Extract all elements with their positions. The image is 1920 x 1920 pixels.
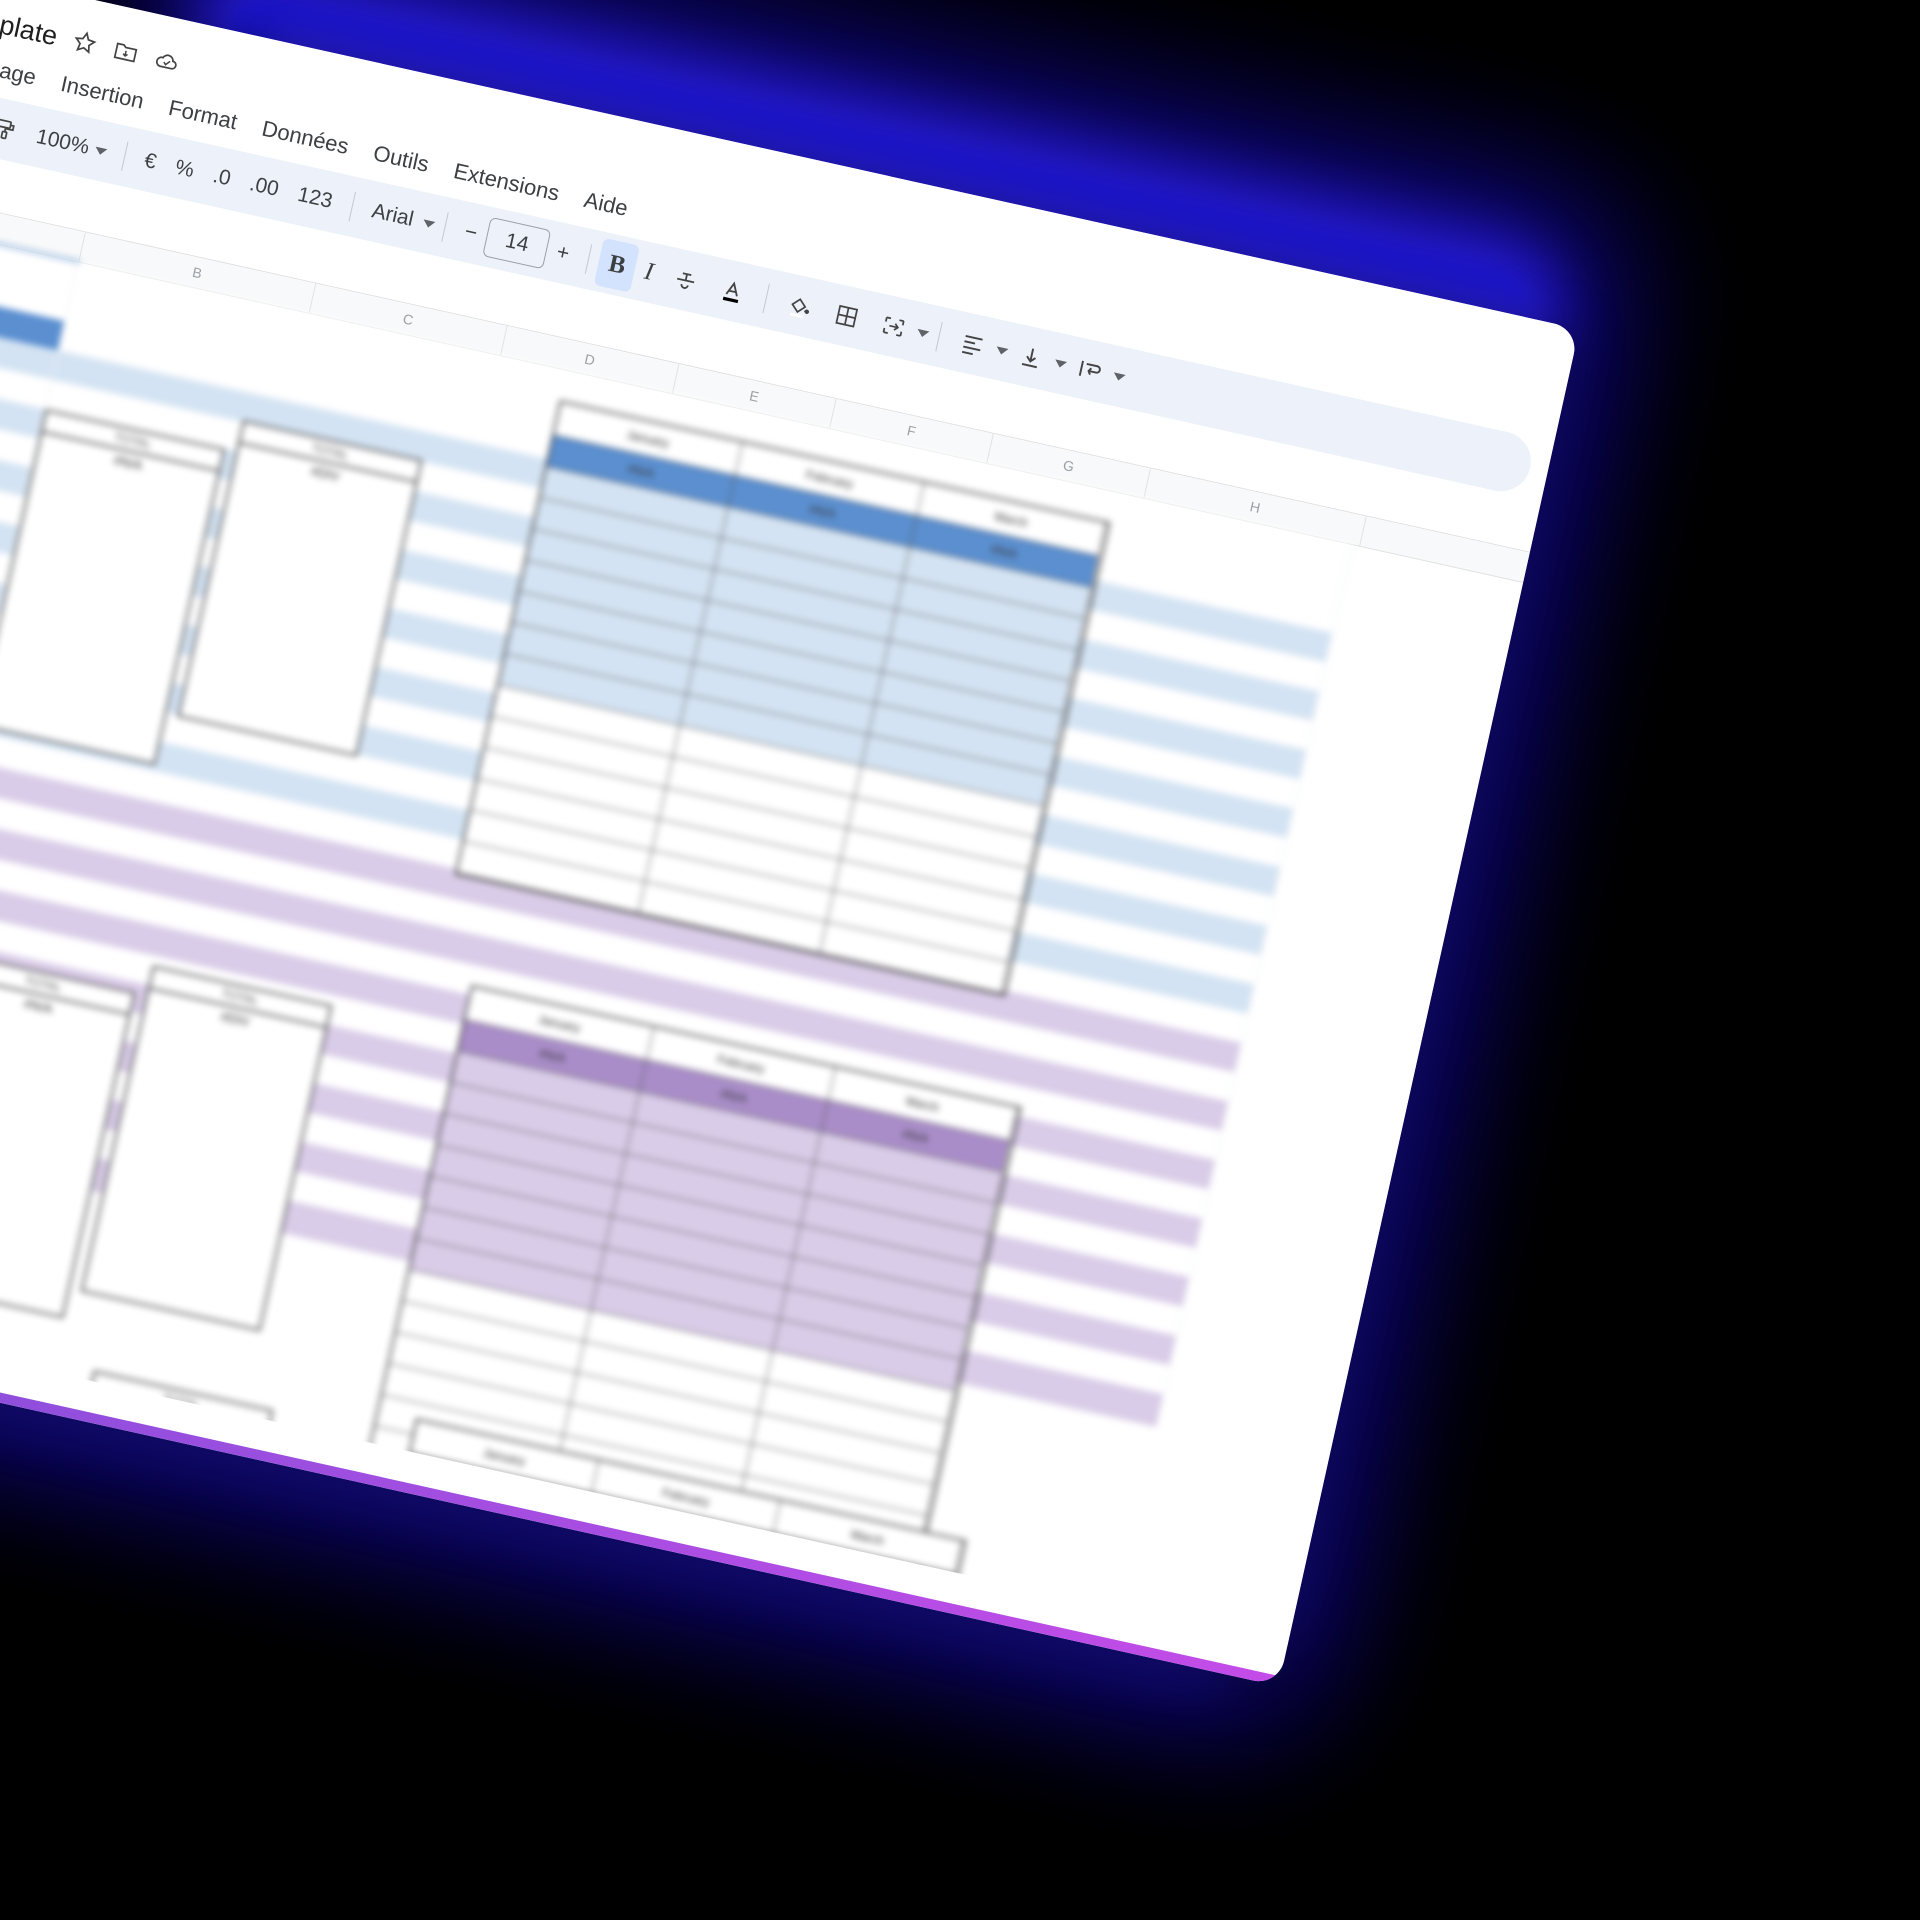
toolbar-divider-6 — [935, 322, 944, 352]
merge-cells-icon[interactable] — [865, 298, 922, 355]
align-icon[interactable] — [944, 316, 1001, 373]
text-color-icon[interactable] — [704, 262, 761, 319]
menu-item-format[interactable]: Format — [166, 95, 239, 135]
merge-chevron-down-icon[interactable] — [916, 328, 930, 338]
font-chevron-down-icon[interactable] — [422, 218, 436, 229]
font-name-selector[interactable]: Arial — [360, 197, 426, 234]
cloud-saved-icon[interactable] — [150, 44, 183, 77]
chevron-down-icon — [93, 146, 108, 156]
text-wrap-icon[interactable] — [1062, 342, 1119, 399]
menu-item-outils[interactable]: Outils — [371, 140, 431, 178]
document-title[interactable]: llow-up template — [0, 0, 60, 52]
zoom-selector[interactable]: 100% — [26, 123, 117, 165]
font-size-input[interactable]: 14 — [482, 216, 552, 270]
menu-item-donnees[interactable]: Données — [259, 116, 351, 160]
menu-item-insertion[interactable]: Insertion — [58, 71, 146, 115]
toolbar-divider-5 — [762, 283, 771, 314]
more-formats-button[interactable]: 123 — [283, 169, 347, 228]
toolbar-divider — [120, 141, 129, 171]
toolbar-divider-3 — [441, 212, 449, 242]
screenshot-stage: llow-up template Édition Affichage Inser… — [0, 0, 1920, 1920]
toolbar-divider-4 — [585, 244, 593, 274]
toolbar-divider-2 — [348, 191, 356, 222]
total-box-5[interactable]: TOTAL — [0, 1354, 78, 1487]
vertical-align-icon[interactable] — [1003, 329, 1060, 386]
move-to-folder-icon[interactable] — [109, 35, 142, 68]
star-icon[interactable] — [68, 26, 101, 59]
wrap-chevron-down-icon[interactable] — [1112, 372, 1127, 382]
menu-item-aide[interactable]: Aide — [582, 187, 630, 222]
zoom-value: 100% — [34, 124, 92, 159]
